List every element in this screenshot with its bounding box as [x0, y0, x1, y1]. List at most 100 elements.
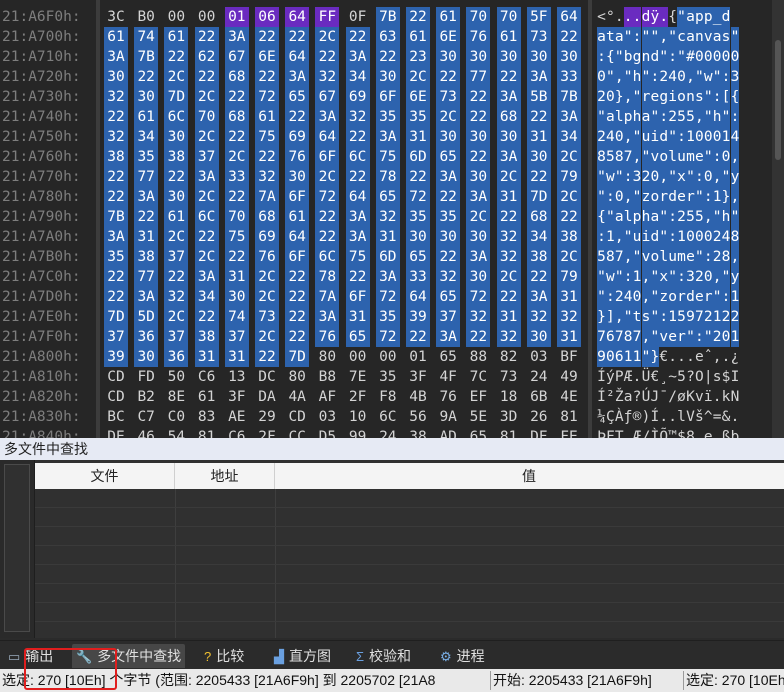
hex-byte[interactable]: 22 — [315, 207, 340, 227]
hex-byte[interactable]: DE — [104, 427, 128, 438]
ascii-char[interactable]: p — [623, 107, 633, 127]
ascii-char[interactable]: p — [694, 7, 704, 27]
ascii-char[interactable]: l — [668, 147, 678, 167]
hex-byte[interactable]: 32 — [104, 127, 128, 147]
hex-byte[interactable]: 22 — [406, 7, 430, 27]
hex-byte[interactable]: 31 — [557, 327, 581, 347]
hex-byte[interactable]: 31 — [375, 227, 400, 247]
hex-byte[interactable]: 30 — [164, 127, 189, 147]
hex-byte[interactable]: 22 — [345, 27, 370, 47]
hex-byte[interactable]: 3A — [466, 187, 491, 207]
hex-byte[interactable]: 10 — [346, 407, 370, 427]
ascii-char[interactable]: 0 — [605, 347, 615, 367]
ascii-char[interactable]: , — [694, 107, 704, 127]
ascii-char[interactable]: } — [614, 87, 624, 107]
tab-checksum[interactable]: Σ 校验和 — [352, 644, 415, 668]
ascii-char[interactable]: 4 — [721, 227, 731, 247]
ascii-char[interactable]: g — [632, 47, 642, 67]
ascii-char[interactable]: Æ — [624, 367, 633, 387]
hex-byte[interactable]: 32 — [164, 287, 189, 307]
ascii-char[interactable]: ~ — [668, 367, 677, 387]
hex-byte[interactable]: 61 — [436, 7, 461, 27]
ascii-char[interactable]: " — [703, 107, 713, 127]
hex-byte[interactable]: 7B — [557, 87, 581, 107]
ascii-char[interactable]: " — [650, 287, 660, 307]
hex-byte[interactable]: 72 — [315, 187, 340, 207]
ascii-char[interactable]: e — [668, 327, 678, 347]
ascii-char[interactable]: 2 — [641, 167, 651, 187]
ascii-char[interactable]: a — [624, 387, 633, 407]
ascii-char[interactable]: " — [668, 27, 678, 47]
ascii-char[interactable]: : — [659, 307, 669, 327]
ascii-char[interactable]: " — [677, 47, 686, 67]
ascii-char[interactable]: " — [694, 67, 704, 87]
hex-byte[interactable]: 68 — [496, 107, 521, 127]
hex-byte[interactable]: 18 — [497, 387, 521, 407]
hex-byte[interactable]: 2C — [496, 267, 521, 287]
hex-byte[interactable]: 83 — [195, 407, 219, 427]
ascii-char[interactable]: " — [659, 227, 669, 247]
hex-byte[interactable]: 6F — [345, 287, 370, 307]
ascii-char[interactable]: Ž — [615, 387, 624, 407]
hex-byte[interactable]: 75 — [345, 247, 370, 267]
ascii-char[interactable]: 0 — [703, 227, 713, 247]
hex-byte[interactable]: 22 — [194, 307, 219, 327]
hex-byte[interactable]: 2C — [436, 107, 461, 127]
hex-byte[interactable]: B8 — [315, 367, 339, 387]
ascii-char[interactable]: , — [623, 187, 633, 207]
hex-byte[interactable]: 35 — [375, 107, 400, 127]
hex-byte[interactable]: 38 — [406, 427, 430, 438]
ascii-char[interactable]: 0 — [721, 47, 731, 67]
ascii-char[interactable]: h — [721, 207, 731, 227]
ascii-char[interactable]: " — [597, 167, 606, 187]
hex-byte[interactable]: 2C — [557, 187, 581, 207]
hex-byte[interactable]: 7A — [255, 187, 279, 207]
hex-byte[interactable]: 6F — [375, 87, 400, 107]
ascii-char[interactable]: 4 — [623, 287, 633, 307]
hex-byte[interactable]: 22 — [315, 227, 340, 247]
hex-byte[interactable]: 3A — [345, 207, 370, 227]
column-header-value[interactable]: 值 — [275, 463, 783, 489]
hex-byte[interactable]: 35 — [436, 207, 461, 227]
hex-byte[interactable]: 32 — [255, 167, 279, 187]
hex-byte[interactable]: 2C — [255, 327, 279, 347]
hex-byte[interactable]: 3A — [345, 47, 370, 67]
hex-byte[interactable]: FF — [315, 7, 340, 27]
hex-byte[interactable]: 30 — [104, 67, 128, 87]
hex-byte[interactable]: 36 — [164, 347, 189, 367]
ascii-char[interactable]: 0 — [712, 47, 722, 67]
ascii-char[interactable]: , — [614, 227, 624, 247]
ascii-char[interactable]: " — [668, 127, 678, 147]
hex-byte[interactable]: 50 — [164, 367, 188, 387]
ascii-char[interactable]: , — [623, 247, 633, 267]
hex-byte[interactable]: 38 — [104, 147, 128, 167]
ascii-char[interactable]: $ — [722, 367, 731, 387]
ascii-char[interactable]: } — [597, 307, 606, 327]
ascii-char[interactable]: [ — [721, 87, 731, 107]
ascii-char[interactable]: , — [614, 67, 624, 87]
hex-byte[interactable]: 30 — [224, 287, 249, 307]
hex-byte[interactable]: 30 — [436, 227, 461, 247]
hex-byte[interactable]: 2C — [557, 147, 581, 167]
hex-byte[interactable]: 61 — [195, 387, 219, 407]
hex-byte[interactable]: 3A — [285, 67, 310, 87]
ascii-char[interactable]: 0 — [677, 67, 686, 87]
ascii-char[interactable]: 2 — [730, 307, 740, 327]
hex-byte[interactable]: 31 — [224, 267, 249, 287]
hex-byte[interactable]: 5F — [526, 7, 551, 27]
ascii-char[interactable]: V — [686, 407, 695, 427]
ascii-char[interactable]: 1 — [730, 327, 740, 347]
hex-byte[interactable]: 34 — [345, 67, 370, 87]
hex-byte[interactable]: 6C — [376, 407, 400, 427]
ascii-char[interactable]: h — [632, 67, 642, 87]
ascii-char[interactable]: . — [615, 7, 624, 27]
hex-byte[interactable]: C6 — [225, 427, 249, 438]
hex-byte[interactable]: 4E — [557, 387, 581, 407]
ascii-char[interactable]: , — [730, 147, 740, 167]
ascii-char[interactable]: " — [712, 67, 722, 87]
hex-byte[interactable]: 3A — [194, 267, 219, 287]
hex-byte[interactable]: 22 — [466, 87, 491, 107]
hex-row[interactable]: 21:A7F0h: 37 36 37 38 37 2C 22 76 65 72 22 3A 22 32 30 3… — [0, 327, 784, 347]
hex-byte[interactable]: 3A — [104, 227, 128, 247]
hex-byte[interactable]: C7 — [134, 407, 158, 427]
